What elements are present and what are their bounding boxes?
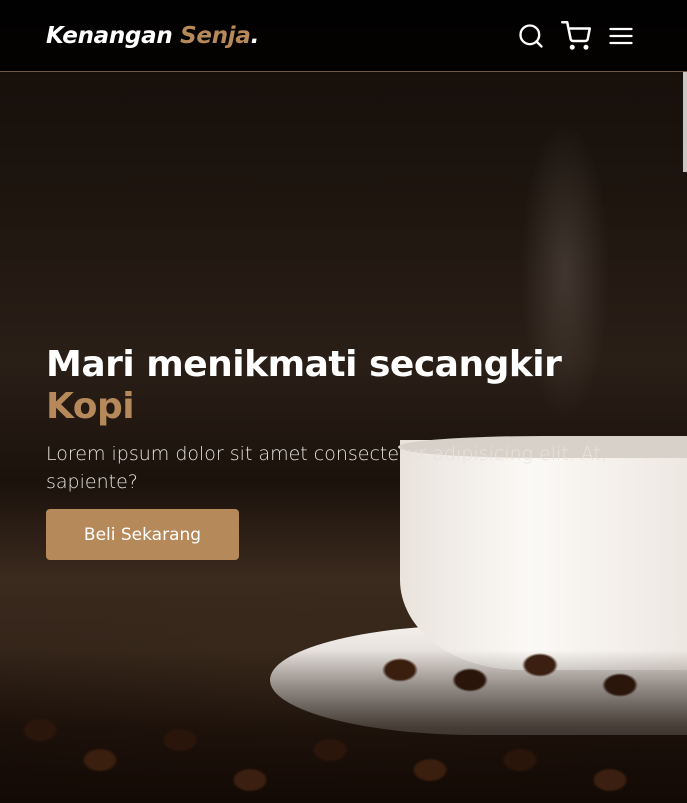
navbar: Kenangan Senja.: [0, 0, 687, 72]
buy-now-button[interactable]: Beli Sekarang: [46, 509, 239, 560]
hero-title: Mari menikmati secangkir Kopi: [46, 344, 626, 428]
menu-icon[interactable]: [607, 22, 635, 50]
hero-title-accent: Kopi: [46, 386, 135, 427]
logo-text: Kenangan: [46, 22, 173, 49]
search-icon[interactable]: [517, 22, 545, 50]
coffee-beans-image: [0, 650, 687, 803]
hero-content: Mari menikmati secangkir Kopi Lorem ipsum…: [46, 344, 626, 560]
cart-icon[interactable]: [561, 20, 591, 51]
scrollbar[interactable]: [683, 72, 687, 172]
logo-accent: Senja: [180, 22, 251, 49]
hero-description: Lorem ipsum dolor sit amet consectetur a…: [46, 443, 608, 493]
hero-title-text: Mari menikmati secangkir: [46, 344, 562, 385]
nav-icons: [517, 20, 635, 51]
logo[interactable]: Kenangan Senja.: [46, 23, 259, 49]
logo-dot: .: [250, 22, 260, 49]
